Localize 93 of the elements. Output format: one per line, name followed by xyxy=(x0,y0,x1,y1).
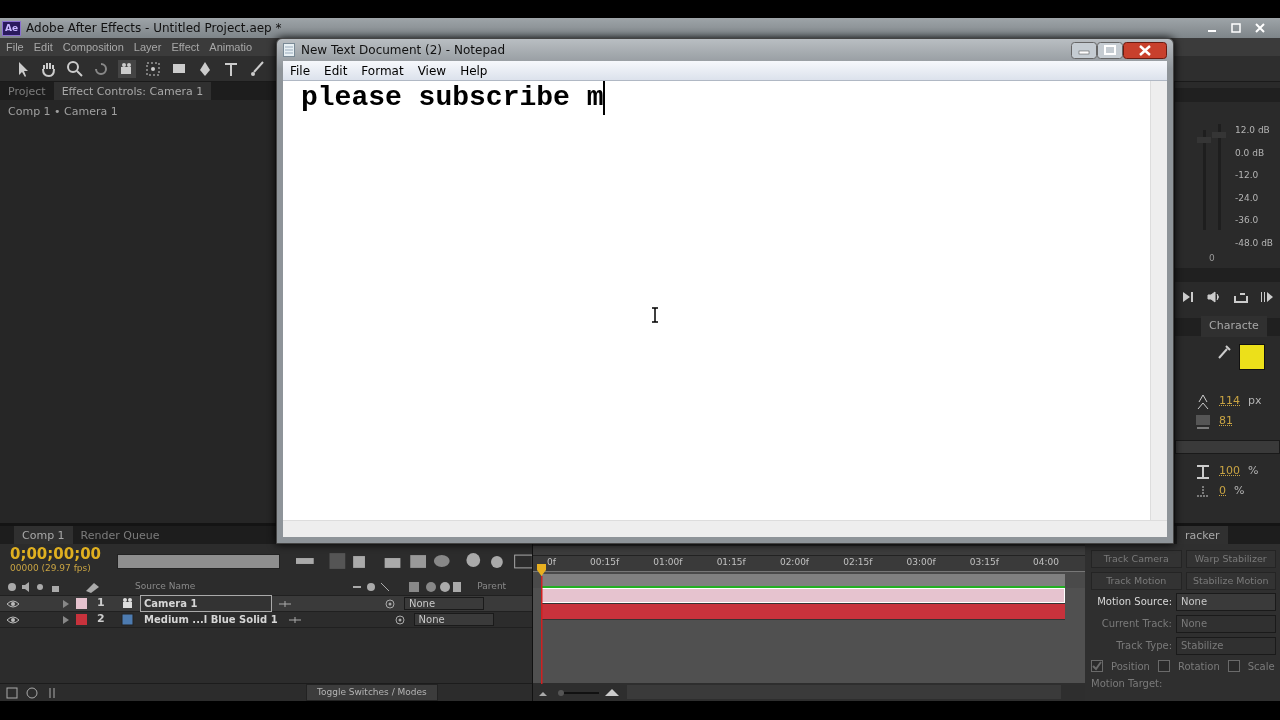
column-header: Source Name xyxy=(135,579,196,593)
menu-item[interactable]: Effect xyxy=(171,38,200,56)
maximize-icon[interactable] xyxy=(1097,41,1123,59)
ruler-label: 03:15f xyxy=(969,556,999,569)
layer-number: 2 xyxy=(97,611,106,628)
ram-preview-icon[interactable] xyxy=(1259,290,1274,303)
checkbox-label: Rotation xyxy=(1177,659,1220,674)
search-field[interactable] xyxy=(117,553,280,569)
camera-icon xyxy=(121,597,134,610)
level-label: -36.0 xyxy=(1235,214,1260,227)
field-dropdown[interactable]: None xyxy=(1176,592,1276,611)
playhead-icon[interactable] xyxy=(536,564,547,684)
parent-dropdown[interactable]: None xyxy=(404,597,484,610)
menu-item[interactable]: Animatio xyxy=(209,38,253,56)
panel-tab[interactable]: racker xyxy=(1177,526,1228,544)
ruler-label: 01:15f xyxy=(716,556,746,569)
layer-duration-bar[interactable] xyxy=(541,588,1065,604)
panel-tab[interactable]: Comp 1 xyxy=(14,526,73,544)
layer-name[interactable]: Medium ...l Blue Solid 1 xyxy=(140,611,282,628)
menu-item[interactable]: File xyxy=(6,38,24,56)
expand-arrow-icon[interactable] xyxy=(62,614,70,625)
value-field[interactable]: 114 xyxy=(1219,393,1240,410)
ruler-label: 02:15f xyxy=(843,556,873,569)
value-field[interactable]: 0 xyxy=(1219,483,1226,500)
unit-label: % xyxy=(1248,463,1259,480)
menu-item[interactable]: Format xyxy=(354,61,411,80)
panel-tab[interactable]: Render Queue xyxy=(72,526,168,544)
layer-number: 1 xyxy=(97,595,106,612)
label-color[interactable] xyxy=(76,598,87,609)
panel-tab[interactable]: Effect Controls: Camera 1 xyxy=(53,82,212,100)
level-label: 12.0 dB xyxy=(1235,124,1271,137)
fill-color-swatch[interactable] xyxy=(1239,343,1265,370)
panel-tab[interactable]: Characte xyxy=(1201,316,1267,337)
horizontal-scrollbar[interactable] xyxy=(283,520,1167,537)
checkbox-label: Scale xyxy=(1247,659,1275,674)
speaker-icon[interactable] xyxy=(1207,290,1222,303)
menu-item[interactable]: Edit xyxy=(33,38,53,56)
timecode[interactable]: 0;00;00;00 xyxy=(10,546,102,563)
field-label: Motion Source: xyxy=(1097,595,1172,609)
vertical-scrollbar[interactable] xyxy=(1150,81,1167,520)
toggle-switches-button[interactable]: Toggle Switches / Modes xyxy=(306,683,438,702)
window-title: New Text Document (2) - Notepad xyxy=(301,42,505,59)
loop-icon[interactable] xyxy=(1233,290,1248,303)
field-label: Track Type: xyxy=(1116,639,1172,653)
eye-icon[interactable] xyxy=(6,598,20,609)
level-label: 0.0 dB xyxy=(1235,146,1266,160)
zoom-slider-drawing[interactable] xyxy=(539,687,619,697)
menu-item[interactable]: Edit xyxy=(317,61,355,80)
vertical-scale-icon xyxy=(1195,463,1211,480)
column-header: Parent xyxy=(477,579,507,593)
window-title: Adobe After Effects - Untitled Project.aep * xyxy=(26,20,282,37)
eyedropper-icon[interactable] xyxy=(1217,343,1231,360)
field-label: Motion Target: xyxy=(1091,677,1164,691)
label-color[interactable] xyxy=(76,614,87,625)
checkbox-label: Position xyxy=(1111,659,1150,674)
breadcrumb-text: Comp 1 • Camera 1 xyxy=(7,104,119,120)
ruler-label: 00:15f xyxy=(590,556,620,569)
frame-info: 00000 (29.97 fps) xyxy=(10,562,92,576)
level-label: -24.0 xyxy=(1235,191,1260,205)
ruler-label: 0f xyxy=(547,556,556,569)
minimize-icon[interactable] xyxy=(1071,41,1097,59)
close-icon[interactable] xyxy=(1123,41,1167,59)
ruler-label: 02:00f xyxy=(779,556,810,569)
meter-reading: 0 xyxy=(1209,252,1215,265)
pan-behind-icon[interactable] xyxy=(144,59,162,78)
value-field[interactable]: 100 xyxy=(1219,463,1240,480)
document-text: please subscribe m xyxy=(283,81,606,115)
eye-icon[interactable] xyxy=(6,614,20,625)
menu-item[interactable]: Composition xyxy=(62,38,124,56)
menu-item[interactable]: View xyxy=(410,61,454,80)
unit-label: % xyxy=(1234,483,1245,500)
menu-item[interactable]: Layer xyxy=(133,38,162,56)
panel-tab[interactable]: Project xyxy=(0,82,54,100)
ruler-label: 01:00f xyxy=(653,556,683,569)
camera-icon[interactable] xyxy=(118,59,136,78)
unit-label: px xyxy=(1248,393,1262,410)
app-logo: Ae xyxy=(2,20,22,36)
text-cursor-icon xyxy=(651,307,659,323)
parent-dropdown[interactable]: None xyxy=(413,613,494,626)
field-label: Current Track: xyxy=(1101,617,1172,631)
level-label: -12.0 xyxy=(1235,169,1260,182)
menu-item[interactable]: File xyxy=(283,61,318,80)
zoom-icon[interactable] xyxy=(66,59,84,78)
next-frame-icon[interactable] xyxy=(1181,290,1196,303)
expand-arrow-icon[interactable] xyxy=(62,598,70,609)
ruler-label: 03:00f xyxy=(906,556,936,569)
ruler-label: 04:00 xyxy=(1033,556,1059,569)
brush-icon[interactable] xyxy=(248,59,266,78)
menu-item[interactable]: Help xyxy=(453,61,495,80)
level-label: -48.0 dB xyxy=(1235,236,1274,250)
value-field[interactable]: 81 xyxy=(1219,413,1233,430)
layer-name[interactable]: Camera 1 xyxy=(140,595,272,612)
notepad-icon xyxy=(283,43,295,57)
